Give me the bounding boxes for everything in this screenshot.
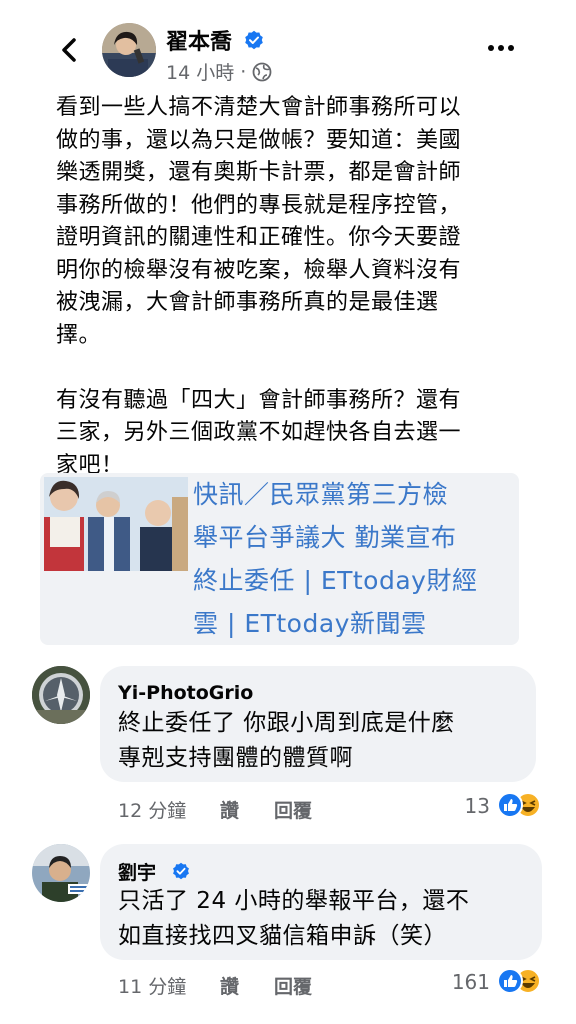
author-avatar[interactable] <box>102 23 156 77</box>
post-meta: 14 小時 · <box>166 58 272 85</box>
post-timestamp[interactable]: 14 小時 <box>166 58 234 85</box>
reaction-count[interactable]: 13 <box>440 794 490 818</box>
reaction-count[interactable]: 161 <box>436 970 490 994</box>
comment-reply-button[interactable]: 回覆 <box>274 796 312 823</box>
comment-timestamp[interactable]: 11 分鐘 <box>118 972 220 999</box>
globe-icon <box>252 62 272 81</box>
comment-text: 終止委任了 你跟小周到底是什麼 專剋支持團體的體質啊 <box>118 710 455 771</box>
comment-actions: 12 分鐘 讚 回覆 <box>118 796 312 823</box>
post-author-name[interactable]: 翟本喬 <box>166 24 232 56</box>
post-header: 翟本喬 14 小時 · <box>0 0 576 92</box>
link-preview-title[interactable]: 快訊／民眾黨第三方檢 舉平台爭議大 勤業宣布 終止委任 | ETtoday財經 … <box>193 473 515 645</box>
link-preview-thumbnail <box>44 477 188 571</box>
verified-badge-icon <box>245 30 263 50</box>
comment-text: 只活了 24 小時的舉報平台，還不 如直接找四叉貓信箱申訴（笑） <box>118 888 470 949</box>
reactions-icons[interactable] <box>496 967 542 995</box>
comment-like-button[interactable]: 讚 <box>220 796 274 823</box>
back-arrow-icon[interactable] <box>56 36 84 64</box>
like-reaction-icon <box>497 968 523 994</box>
verified-badge-icon <box>173 862 189 880</box>
post-body-text: 看到一些人搞不清楚大會計師事務所可以 做的事，還以為只是做帳？要知道：美國 樂透… <box>56 95 462 478</box>
more-options-icon[interactable] <box>486 40 516 56</box>
comment-author-name[interactable]: 劉宇 <box>118 858 156 885</box>
comment-timestamp[interactable]: 12 分鐘 <box>118 796 220 823</box>
comment-author-name[interactable]: Yi-PhotoGrio <box>118 682 253 704</box>
comment-avatar[interactable] <box>32 666 90 724</box>
separator-dot: · <box>240 60 247 83</box>
comment-reply-button[interactable]: 回覆 <box>274 972 312 999</box>
comment-actions: 11 分鐘 讚 回覆 <box>118 972 312 999</box>
reactions-icons[interactable] <box>496 791 542 819</box>
like-reaction-icon <box>497 792 523 818</box>
comment-avatar[interactable] <box>32 844 90 902</box>
comment-like-button[interactable]: 讚 <box>220 972 274 999</box>
